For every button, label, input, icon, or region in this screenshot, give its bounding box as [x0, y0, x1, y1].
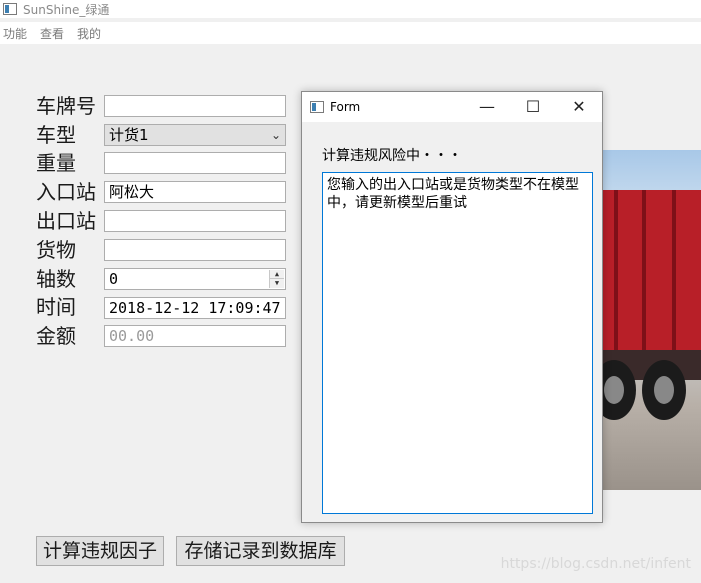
- type-label: 车型: [36, 123, 76, 147]
- menu-bar: 功能 查看 我的: [0, 22, 701, 44]
- exit-station-input[interactable]: [104, 210, 286, 232]
- exit-station-label: 出口站: [36, 209, 96, 233]
- truck-photo: [602, 150, 701, 490]
- calc-violation-factor-button[interactable]: 计算违规因子: [36, 536, 164, 566]
- axles-spinbox[interactable]: 0 ▲ ▼: [104, 268, 286, 290]
- message-textarea[interactable]: 您输入的出入口站或是货物类型不在模型中，请更新模型后重试: [322, 172, 593, 514]
- dialog-window-icon: [310, 101, 324, 113]
- time-label: 时间: [36, 295, 76, 319]
- watermark: https://blog.csdn.net/infent: [500, 556, 691, 572]
- plate-label: 车牌号: [36, 94, 96, 118]
- amount-label: 金额: [36, 324, 76, 348]
- vehicle-type-select[interactable]: 计货1 ⌄: [104, 124, 286, 146]
- spin-down-icon[interactable]: ▼: [270, 279, 284, 288]
- axles-value: 0: [109, 270, 119, 288]
- save-record-button[interactable]: 存储记录到数据库: [176, 536, 345, 566]
- chevron-down-icon: ⌄: [270, 128, 281, 142]
- menu-function[interactable]: 功能: [3, 25, 27, 42]
- minimize-icon[interactable]: —: [464, 92, 510, 122]
- entry-station-label: 入口站: [36, 180, 96, 204]
- weight-input[interactable]: [104, 152, 286, 174]
- axles-label: 轴数: [36, 267, 76, 291]
- plate-input[interactable]: [104, 95, 286, 117]
- spin-up-icon[interactable]: ▲: [270, 270, 284, 279]
- menu-view[interactable]: 查看: [40, 25, 64, 42]
- weight-label: 重量: [36, 151, 76, 175]
- entry-station-input[interactable]: 阿松大: [104, 181, 286, 203]
- maximize-icon[interactable]: ☐: [510, 92, 556, 122]
- cargo-label: 货物: [36, 238, 76, 262]
- title-bar: SunShine_绿通: [0, 0, 701, 18]
- wheel-shape: [642, 360, 686, 420]
- cargo-input[interactable]: [104, 239, 286, 261]
- dialog-title: Form: [330, 100, 361, 114]
- vehicle-type-value: 计货1: [109, 126, 149, 144]
- status-text: 计算违规风险中・・・: [322, 148, 462, 164]
- dialog-title-bar[interactable]: Form — ☐ ✕: [302, 92, 602, 122]
- menu-mine[interactable]: 我的: [77, 25, 101, 42]
- window-title: SunShine_绿通: [23, 2, 110, 17]
- app-window-icon: [3, 3, 17, 15]
- amount-input: 00.00: [104, 325, 286, 347]
- close-icon[interactable]: ✕: [556, 92, 602, 122]
- form-dialog: Form — ☐ ✕ 计算违规风险中・・・ 您输入的出入口站或是货物类型不在模型…: [301, 91, 603, 523]
- time-input[interactable]: 2018-12-12 17:09:47: [104, 297, 286, 319]
